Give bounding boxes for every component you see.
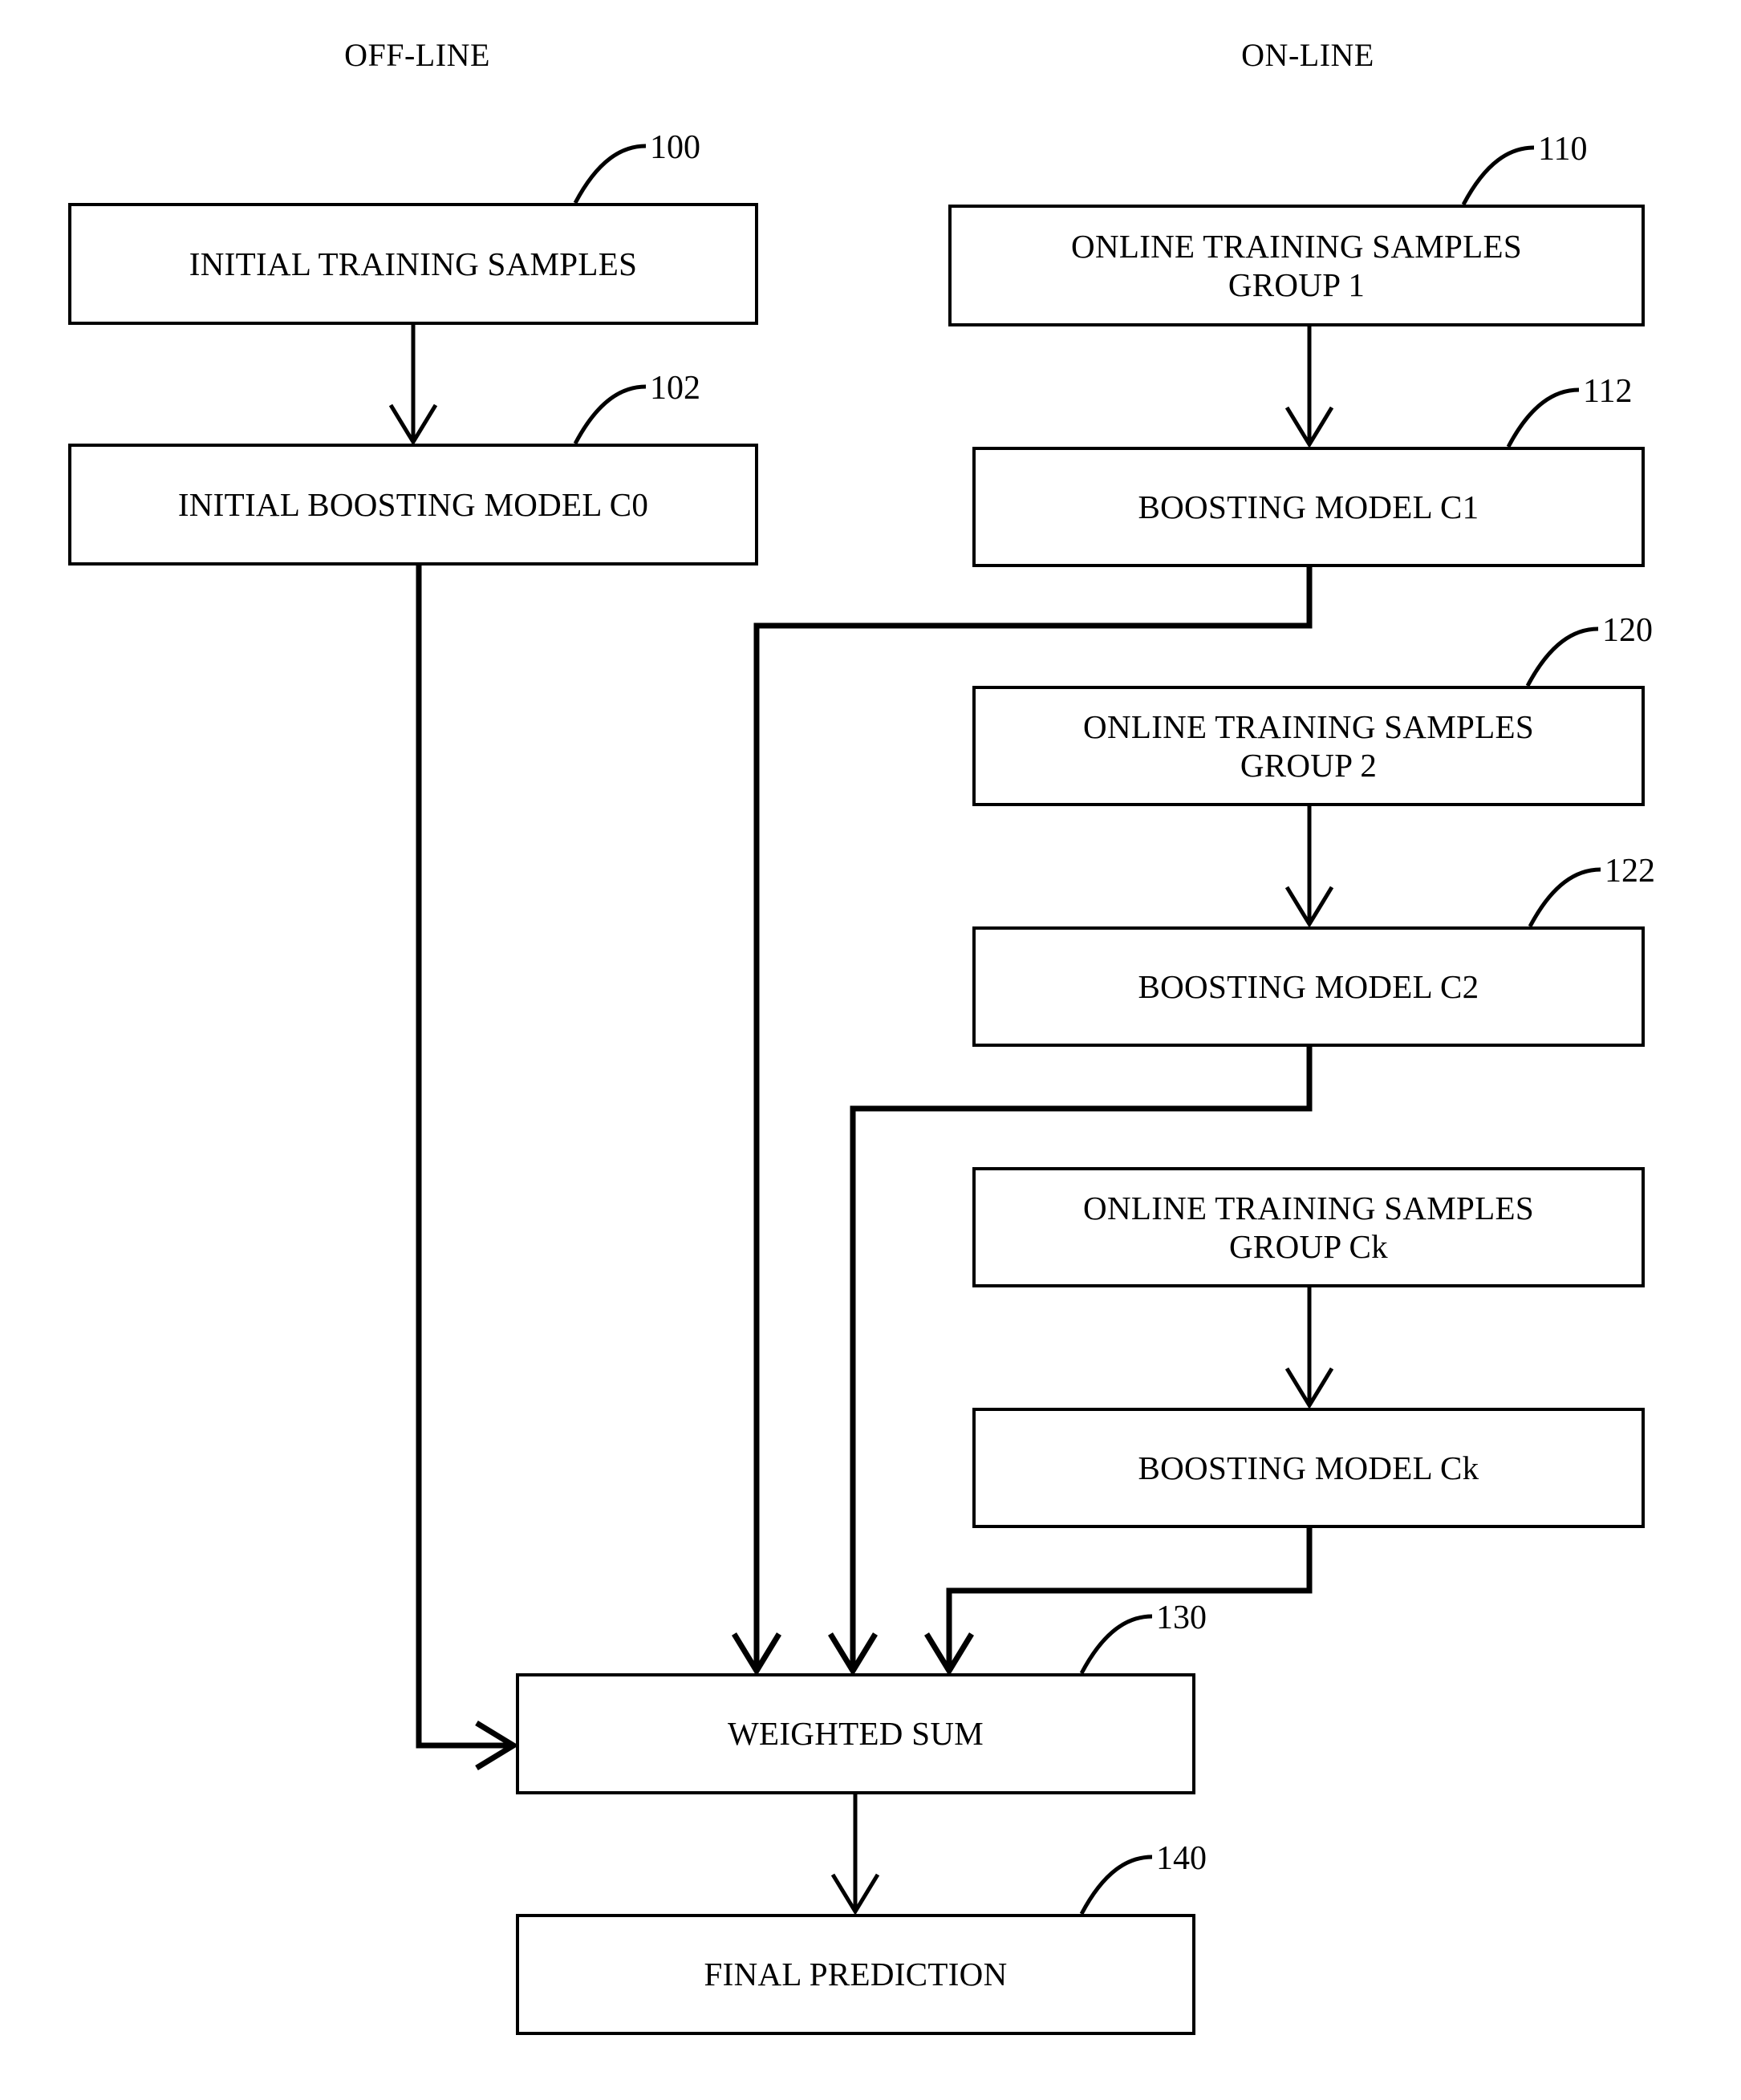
node-final-prediction[interactable]: FINAL PREDICTION [516,1914,1195,2035]
edge-initial-samples-to-c0 [388,325,438,446]
node-label-weighted-sum: WEIGHTED SUM [727,1715,984,1753]
node-online-training-samples-group-ck[interactable]: ONLINE TRAINING SAMPLES GROUP Ck [972,1167,1645,1287]
node-online-training-samples-group-1[interactable]: ONLINE TRAINING SAMPLES GROUP 1 [948,205,1645,326]
node-label-boosting-model-c2: BOOSTING MODEL C2 [1138,967,1479,1005]
reference-number-102: 102 [650,370,700,407]
column-header-offline: OFF-LINE [344,37,490,73]
leader-130 [1079,1614,1153,1675]
node-label-boosting-model-c1: BOOSTING MODEL C1 [1138,488,1479,525]
leader-140 [1079,1855,1153,1916]
edge-weighted-sum-to-final-prediction [830,1794,880,1916]
edge-c2-to-weighted-sum [828,1047,1313,1676]
edge-ck-to-weighted-sum [924,1528,1313,1676]
leader-110 [1461,145,1535,206]
reference-number-140: 140 [1156,1840,1207,1877]
leader-112 [1506,387,1580,448]
reference-number-110: 110 [1538,131,1588,168]
node-boosting-model-ck[interactable]: BOOSTING MODEL Ck [972,1408,1645,1528]
node-label-initial-boosting-model-c0: INITIAL BOOSTING MODEL C0 [177,485,649,523]
node-label-final-prediction: FINAL PREDICTION [704,1956,1008,1993]
column-header-online: ON-LINE [1241,37,1374,73]
reference-number-120: 120 [1602,612,1653,649]
edge-groupck-to-ck [1284,1287,1334,1409]
node-label-boosting-model-ck: BOOSTING MODEL Ck [1138,1449,1479,1486]
reference-number-112: 112 [1583,373,1633,410]
reference-number-122: 122 [1605,853,1655,890]
edge-c0-to-weighted-sum [416,566,519,1770]
node-initial-boosting-model-c0[interactable]: INITIAL BOOSTING MODEL C0 [68,444,758,566]
node-boosting-model-c1[interactable]: BOOSTING MODEL C1 [972,447,1645,567]
leader-100 [573,144,647,205]
leader-122 [1528,867,1601,928]
node-label-online-training-samples-group-ck: ONLINE TRAINING SAMPLES GROUP Ck [1083,1189,1534,1265]
edge-group1-to-c1 [1284,326,1334,448]
leader-102 [573,384,647,445]
node-label-online-training-samples-group-1: ONLINE TRAINING SAMPLES GROUP 1 [1071,227,1522,303]
node-boosting-model-c2[interactable]: BOOSTING MODEL C2 [972,926,1645,1047]
node-weighted-sum[interactable]: WEIGHTED SUM [516,1673,1195,1794]
edge-group2-to-c2 [1284,806,1334,928]
node-label-online-training-samples-group-2: ONLINE TRAINING SAMPLES GROUP 2 [1083,707,1534,784]
node-label-initial-training-samples: INITIAL TRAINING SAMPLES [189,245,638,282]
figure-canvas: OFF-LINE ON-LINE INITIAL TRAINING SAMPLE… [0,0,1741,2100]
node-initial-training-samples[interactable]: INITIAL TRAINING SAMPLES [68,203,758,325]
reference-number-100: 100 [650,129,700,166]
node-online-training-samples-group-2[interactable]: ONLINE TRAINING SAMPLES GROUP 2 [972,686,1645,806]
leader-120 [1525,626,1599,687]
reference-number-130: 130 [1156,1599,1207,1636]
